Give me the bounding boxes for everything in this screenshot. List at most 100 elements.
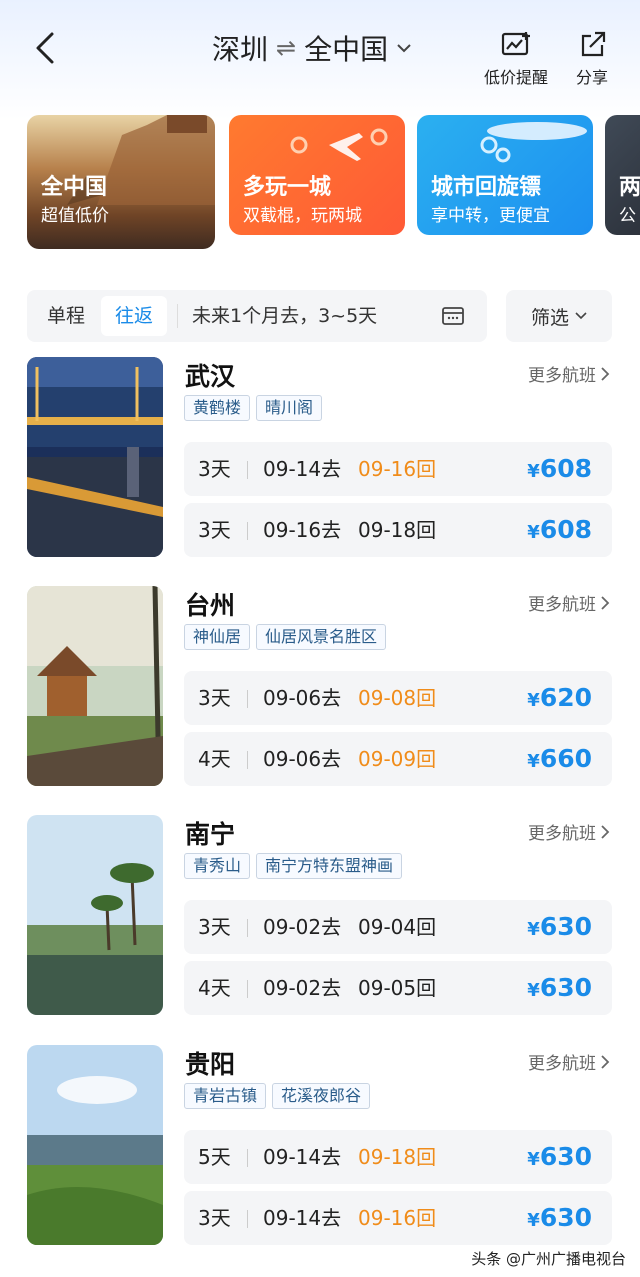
return-date: 09-18回 <box>358 1145 437 1169</box>
depart-date: 09-14去 <box>263 1145 342 1169</box>
more-flights-link[interactable]: 更多航班 <box>528 819 610 844</box>
currency-symbol: ¥ <box>527 751 540 772</box>
flight-option[interactable]: 3天 09-14去 09-16回 ¥630 <box>184 1191 612 1245</box>
tab-one-way[interactable]: 单程 <box>47 296 85 336</box>
depart-date: 09-16去 <box>263 518 342 542</box>
currency-symbol: ¥ <box>527 919 540 940</box>
chevron-right-icon <box>601 1054 610 1069</box>
chevron-right-icon <box>601 595 610 610</box>
calendar-icon[interactable] <box>441 305 465 327</box>
flight-option[interactable]: 5天 09-14去 09-18回 ¥630 <box>184 1130 612 1184</box>
price-value: 608 <box>539 515 592 544</box>
divider <box>247 919 248 937</box>
trip-days: 3天 <box>198 686 231 710</box>
trip-days: 3天 <box>198 1206 231 1230</box>
price: ¥660 <box>527 732 592 789</box>
price: ¥630 <box>527 961 592 1018</box>
price-value: 620 <box>539 683 592 712</box>
city-photo <box>27 1045 163 1245</box>
banner-subtitle: 公 <box>619 206 636 226</box>
trip-days: 4天 <box>198 747 231 771</box>
currency-symbol: ¥ <box>527 1149 540 1170</box>
city-name: 台州 <box>185 591 236 620</box>
flight-option[interactable]: 3天 09-02去 09-04回 ¥630 <box>184 900 612 954</box>
depart-date: 09-14去 <box>263 1206 342 1230</box>
destination-card[interactable]: 武汉 更多航班 黄鹤楼 晴川阁 3天 09-14去 09-16回 ¥608 3天… <box>0 357 640 567</box>
trip-days: 3天 <box>198 518 231 542</box>
trip-days: 3天 <box>198 915 231 939</box>
plane-icon <box>290 128 388 161</box>
share-icon <box>581 31 606 57</box>
attraction-tag: 晴川阁 <box>256 395 323 421</box>
flight-option[interactable]: 3天 09-16去 09-18回 ¥608 <box>184 503 612 557</box>
divider <box>247 1210 248 1228</box>
flight-option[interactable]: 3天 09-06去 09-08回 ¥620 <box>184 671 612 725</box>
divider <box>247 461 248 479</box>
return-date: 09-09回 <box>358 747 437 771</box>
depart-date: 09-06去 <box>263 747 342 771</box>
trip-days: 4天 <box>198 976 231 1000</box>
more-flights-link[interactable]: 更多航班 <box>528 1049 610 1074</box>
return-date: 09-18回 <box>358 518 437 542</box>
banner-subtitle: 享中转，更便宜 <box>431 206 550 226</box>
city-name: 武汉 <box>185 362 236 391</box>
destination-card[interactable]: 贵阳 更多航班 青岩古镇 花溪夜郎谷 5天 09-14去 09-18回 ¥630… <box>0 1045 640 1255</box>
price: ¥630 <box>527 1130 592 1187</box>
attraction-tags: 青秀山 南宁方特东盟神画 <box>184 853 408 879</box>
price: ¥608 <box>527 503 592 560</box>
banner-boomerang[interactable]: 城市回旋镖 享中转，更便宜 <box>417 115 593 235</box>
filter-label: 筛选 <box>530 306 569 329</box>
return-date: 09-08回 <box>358 686 437 710</box>
attraction-tag: 黄鹤楼 <box>184 395 251 421</box>
more-flights-link[interactable]: 更多航班 <box>528 361 610 386</box>
origin-city: 深圳 <box>212 33 269 66</box>
divider <box>247 1149 248 1167</box>
swap-icon[interactable]: ⇌ <box>276 34 296 62</box>
currency-symbol: ¥ <box>527 522 540 543</box>
price-value: 630 <box>539 973 592 1002</box>
flight-option[interactable]: 3天 09-14去 09-16回 ¥608 <box>184 442 612 496</box>
city-photo <box>27 586 163 786</box>
city-name: 贵阳 <box>185 1050 236 1079</box>
banner-subtitle: 双截棍，玩两城 <box>243 206 362 226</box>
banner-carousel[interactable]: 全中国 超值低价 多玩一城 双截棍，玩两城 城市回旋镖 享中转，更便宜 两 公 <box>27 115 640 249</box>
header: 深圳 ⇌ 全中国 低价提醒 分享 <box>0 0 640 100</box>
price-alert-button[interactable]: 低价提醒 <box>484 30 548 88</box>
more-flights-label: 更多航班 <box>528 366 596 386</box>
divider <box>247 522 248 540</box>
more-flights-label: 更多航班 <box>528 595 596 615</box>
currency-symbol: ¥ <box>527 461 540 482</box>
banner-all-china[interactable]: 全中国 超值低价 <box>27 115 215 249</box>
back-button[interactable] <box>30 28 70 72</box>
share-label: 分享 <box>576 68 609 87</box>
airplane-icon <box>480 122 587 163</box>
depart-date: 09-14去 <box>263 457 342 481</box>
flight-option[interactable]: 4天 09-02去 09-05回 ¥630 <box>184 961 612 1015</box>
trip-filter-bar: 单程 往返 未来1个月去，3~5天 <box>27 290 487 342</box>
attraction-tag: 南宁方特东盟神画 <box>256 853 403 879</box>
more-flights-label: 更多航班 <box>528 1054 596 1074</box>
destination-card[interactable]: 台州 更多航班 神仙居 仙居风景名胜区 3天 09-06去 09-08回 ¥62… <box>0 586 640 796</box>
watermark: 头条 @广州广播电视台 <box>471 1250 626 1268</box>
return-date: 09-04回 <box>358 915 437 939</box>
date-range-selector[interactable]: 未来1个月去，3~5天 <box>192 296 377 336</box>
tab-round-trip[interactable]: 往返 <box>101 296 167 336</box>
banner-title: 全中国 <box>41 175 108 200</box>
city-photo <box>27 815 163 1015</box>
route-selector[interactable]: 深圳 ⇌ 全中国 <box>212 28 412 68</box>
destination-card[interactable]: 南宁 更多航班 青秀山 南宁方特东盟神画 3天 09-02去 09-04回 ¥6… <box>0 815 640 1025</box>
banner-title: 城市回旋镖 <box>431 175 542 200</box>
share-button[interactable]: 分享 <box>576 30 608 88</box>
price: ¥608 <box>527 442 592 499</box>
flight-option[interactable]: 4天 09-06去 09-09回 ¥660 <box>184 732 612 786</box>
more-flights-link[interactable]: 更多航班 <box>528 590 610 615</box>
attraction-tag: 仙居风景名胜区 <box>256 624 387 650</box>
trip-days: 3天 <box>198 457 231 481</box>
banner-multi-city[interactable]: 多玩一城 双截棍，玩两城 <box>229 115 405 235</box>
banner-partial[interactable]: 两 公 <box>605 115 640 235</box>
price-value: 630 <box>539 1203 592 1232</box>
filter-button[interactable]: 筛选 <box>506 290 612 342</box>
chevron-down-icon <box>397 44 411 53</box>
return-date: 09-16回 <box>358 457 437 481</box>
attraction-tag: 青秀山 <box>184 853 251 879</box>
